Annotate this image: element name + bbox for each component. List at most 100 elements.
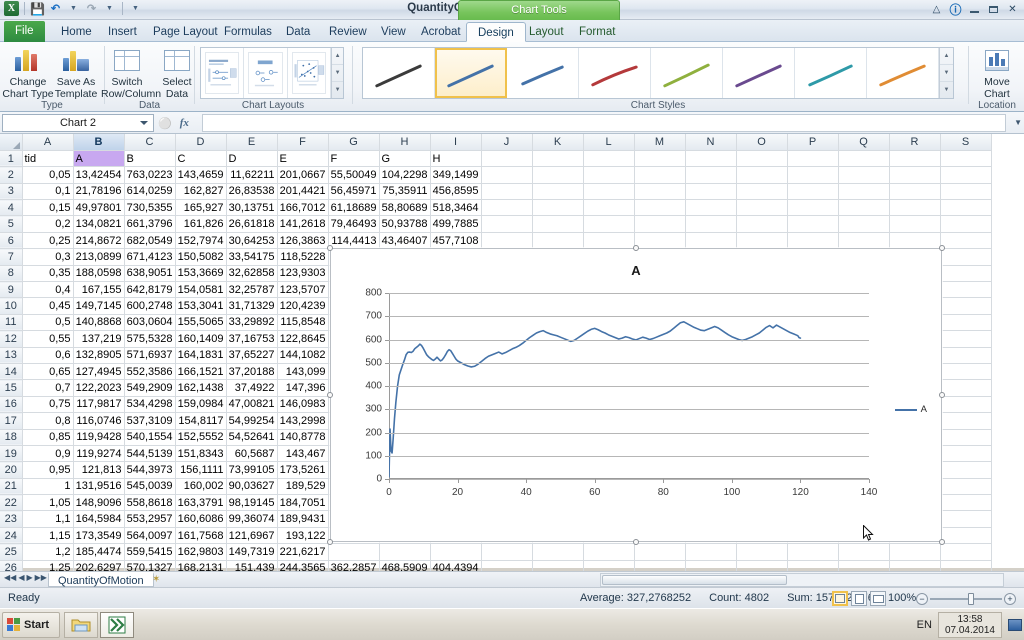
cell-S9[interactable]	[940, 281, 992, 299]
cell-P1[interactable]	[787, 150, 839, 168]
cell-O4[interactable]	[736, 199, 788, 217]
column-header-L[interactable]: L	[583, 134, 635, 151]
row-header-10[interactable]: 10	[0, 297, 23, 315]
cell-B15[interactable]: 122,2023	[72, 379, 125, 397]
chart-plot-area[interactable]: 0 100 200 300 400 500 600 700 800 0 20 40 60 80 100 120…	[365, 288, 877, 499]
table-row[interactable]: 2 0,05 13,42454 763,0223 143,4659 11,62211 201…	[0, 166, 992, 184]
cell-F9[interactable]: 123,5707	[277, 281, 329, 299]
cell-E5[interactable]: 26,61818	[226, 215, 278, 233]
cell-M5[interactable]	[634, 215, 686, 233]
cell-M25[interactable]	[634, 543, 686, 561]
cell-F5[interactable]: 141,2618	[277, 215, 329, 233]
cell-D6[interactable]: 152,7974	[175, 232, 227, 250]
chart-layouts-scroll-up-icon[interactable]: ▲	[332, 48, 343, 65]
restore-icon[interactable]	[986, 2, 1001, 16]
cell-H25[interactable]	[379, 543, 431, 561]
cell-R1[interactable]	[889, 150, 941, 168]
row-header-25[interactable]: 25	[0, 543, 23, 561]
taskbar-item-explorer[interactable]	[64, 612, 98, 638]
network-icon[interactable]	[1008, 619, 1022, 631]
cell-F18[interactable]: 140,8778	[277, 429, 329, 446]
cell-S12[interactable]	[940, 330, 992, 348]
cell-S5[interactable]	[940, 215, 992, 233]
cell-Q25[interactable]	[838, 543, 890, 561]
cell-Q4[interactable]	[838, 199, 890, 217]
cell-C25[interactable]: 559,5415	[124, 543, 176, 561]
cell-E7[interactable]: 33,54175	[226, 248, 278, 266]
cell-C7[interactable]: 671,4123	[124, 248, 176, 266]
cell-B20[interactable]: 121,813	[72, 461, 125, 479]
cell-E13[interactable]: 37,65227	[226, 347, 278, 364]
zoom-level-label[interactable]: 100%	[888, 592, 916, 604]
cell-L6[interactable]	[583, 232, 635, 250]
cell-O3[interactable]	[736, 183, 788, 201]
cell-A1[interactable]: tid	[22, 150, 74, 168]
column-header-A[interactable]: A	[22, 134, 74, 151]
chart-legend[interactable]: A	[894, 404, 927, 415]
chart-layouts-more-icon[interactable]: ▼	[332, 82, 343, 98]
cell-N2[interactable]	[685, 166, 737, 184]
chart-style-option-3[interactable]	[507, 48, 579, 98]
cell-N5[interactable]	[685, 215, 737, 233]
cell-D9[interactable]: 154,0581	[175, 281, 227, 299]
cell-C14[interactable]: 552,3586	[124, 363, 176, 381]
cell-I6[interactable]: 457,7108	[430, 232, 482, 250]
cell-L4[interactable]	[583, 199, 635, 217]
row-header-8[interactable]: 8	[0, 265, 23, 283]
cell-A18[interactable]: 0,85	[22, 429, 74, 446]
insert-worksheet-icon[interactable]: ✶	[152, 574, 160, 585]
zoom-out-icon[interactable]: −	[916, 593, 928, 605]
switch-row-column-button[interactable]: Switch Row/Column	[101, 45, 161, 100]
cell-Q1[interactable]	[838, 150, 890, 168]
table-row[interactable]: 5 0,2 134,0821 661,3796 161,826 26,61818 141,2…	[0, 215, 992, 233]
cell-K1[interactable]	[532, 150, 584, 168]
cell-B10[interactable]: 149,7145	[72, 297, 125, 315]
column-header-M[interactable]: M	[634, 134, 686, 151]
view-mode-buttons[interactable]	[832, 591, 886, 606]
cell-S4[interactable]	[940, 199, 992, 217]
cell-S1[interactable]	[940, 150, 992, 168]
chart-style-option-4[interactable]	[579, 48, 651, 98]
next-sheet-icon[interactable]: ▶	[26, 573, 32, 582]
column-header-D[interactable]: D	[175, 134, 227, 151]
cell-E10[interactable]: 31,71329	[226, 297, 278, 315]
cell-G3[interactable]: 56,45971	[328, 183, 380, 201]
cell-K2[interactable]	[532, 166, 584, 184]
zoom-in-icon[interactable]: +	[1004, 593, 1016, 605]
chart-resize-handle-s[interactable]	[633, 539, 639, 545]
column-header-G[interactable]: G	[328, 134, 380, 151]
tab-formulas[interactable]: Formulas	[213, 22, 283, 42]
cell-H5[interactable]: 50,93788	[379, 215, 431, 233]
cell-D4[interactable]: 165,927	[175, 199, 227, 217]
cell-N1[interactable]	[685, 150, 737, 168]
window-controls[interactable]: △ ⓘ ✕	[929, 2, 1020, 17]
cell-B7[interactable]: 213,0899	[72, 248, 125, 266]
cell-D18[interactable]: 152,5552	[175, 429, 227, 446]
cell-A13[interactable]: 0,6	[22, 347, 74, 364]
row-header-19[interactable]: 19	[0, 445, 23, 463]
column-header-O[interactable]: O	[736, 134, 788, 151]
cell-M6[interactable]	[634, 232, 686, 250]
cell-S13[interactable]	[940, 347, 992, 364]
cell-E3[interactable]: 26,83538	[226, 183, 278, 201]
cell-B11[interactable]: 140,8868	[72, 314, 125, 332]
cell-O6[interactable]	[736, 232, 788, 250]
column-header-C[interactable]: C	[124, 134, 176, 151]
cell-E9[interactable]: 32,25787	[226, 281, 278, 299]
cell-C21[interactable]: 545,0039	[124, 478, 176, 496]
cell-G1[interactable]: F	[328, 150, 380, 168]
cell-J25[interactable]	[481, 543, 533, 561]
cell-F1[interactable]: E	[277, 150, 329, 168]
cell-A23[interactable]: 1,1	[22, 510, 74, 528]
cell-E19[interactable]: 60,5687	[226, 445, 278, 463]
cell-B19[interactable]: 119,9274	[72, 445, 125, 463]
cell-E15[interactable]: 37,4922	[226, 379, 278, 397]
cell-I4[interactable]: 518,3464	[430, 199, 482, 217]
save-as-template-button[interactable]: Save As Template	[50, 45, 102, 100]
cell-C20[interactable]: 544,3973	[124, 461, 176, 479]
row-header-5[interactable]: 5	[0, 215, 23, 233]
cell-P5[interactable]	[787, 215, 839, 233]
column-header-N[interactable]: N	[685, 134, 737, 151]
cell-B2[interactable]: 13,42454	[72, 166, 125, 184]
cell-G2[interactable]: 55,50049	[328, 166, 380, 184]
